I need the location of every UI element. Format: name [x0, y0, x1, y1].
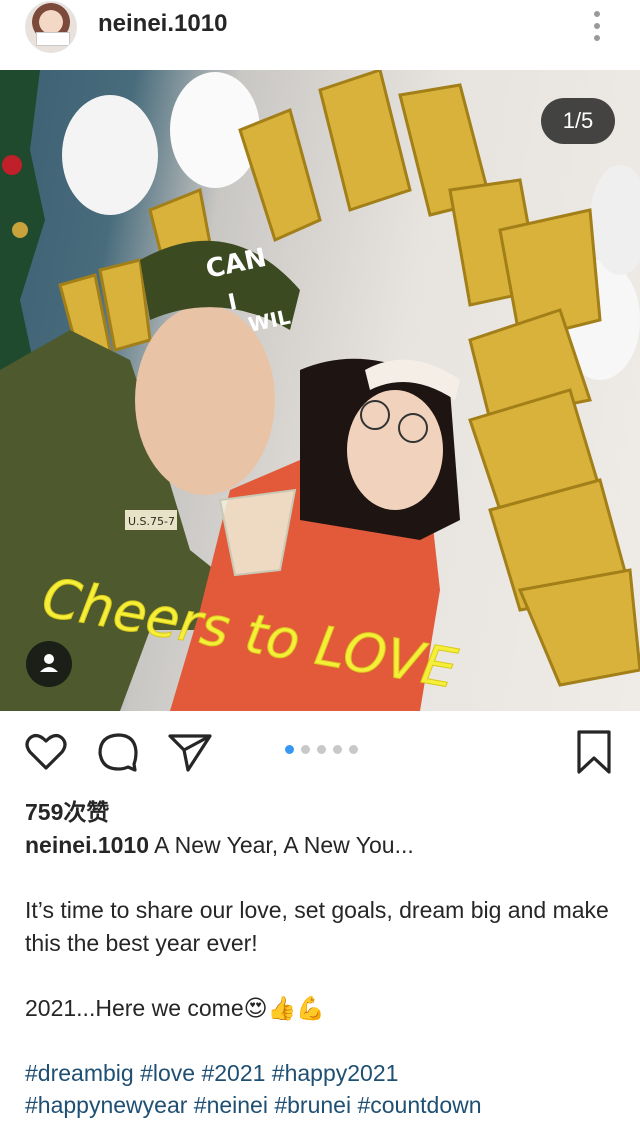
ornament — [2, 155, 22, 175]
action-bar — [0, 724, 640, 780]
post-username[interactable]: neinei.1010 — [98, 10, 227, 38]
hashtags-line[interactable]: #happynewyear #neinei #brunei #countdown — [25, 1089, 625, 1122]
carousel-dot — [285, 745, 294, 754]
comment-icon[interactable] — [94, 728, 142, 776]
carousel-dot — [333, 745, 342, 754]
caption-paragraph: It’s time to share our love, set goals, … — [25, 897, 609, 956]
profile-avatar[interactable] — [25, 1, 77, 53]
girl-face — [347, 390, 443, 510]
badge-text: U.S.75-7 — [128, 515, 175, 528]
caption-first-line: A New Year, A New You... — [149, 832, 414, 858]
photo-illustration: CAN I WIL U.S.75-7 Cheers to LOVE — [0, 70, 640, 711]
more-vertical-icon[interactable] — [587, 8, 607, 44]
person-icon[interactable] — [26, 641, 72, 687]
post-caption: neinei.1010 A New Year, A New You... It’… — [25, 829, 625, 1122]
heart-icon[interactable] — [22, 728, 70, 776]
carousel-dot — [301, 745, 310, 754]
send-icon[interactable] — [166, 728, 214, 776]
like-count[interactable]: 759次赞 — [25, 793, 109, 827]
white-balloon — [62, 95, 158, 215]
ornament — [12, 222, 28, 238]
carousel-dot — [317, 745, 326, 754]
hashtags-line[interactable]: #dreambig #love #2021 #happy2021 — [25, 1057, 625, 1090]
carousel-dot — [349, 745, 358, 754]
carousel-counter: 1/5 — [541, 98, 615, 144]
bookmark-icon[interactable] — [570, 728, 618, 776]
white-balloon — [590, 165, 640, 275]
caption-paragraph: 2021...Here we come😍👍💪 — [25, 994, 325, 1021]
post-photo[interactable]: CAN I WIL U.S.75-7 Cheers to LOVE 1/5 — [0, 70, 640, 711]
post-header: neinei.1010 — [0, 0, 640, 53]
caption-username[interactable]: neinei.1010 — [25, 832, 149, 858]
